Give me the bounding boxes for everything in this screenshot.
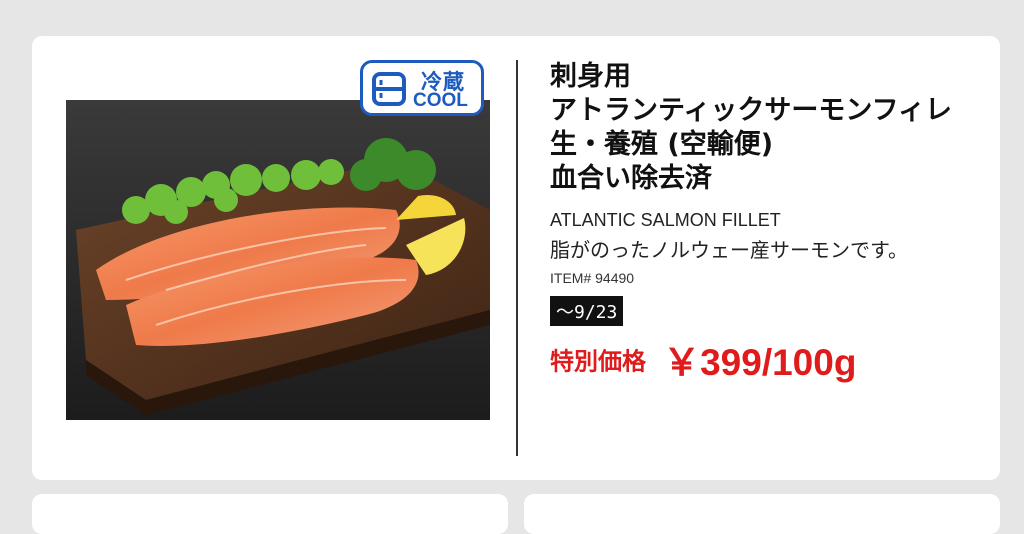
refrigerator-icon [372, 72, 406, 106]
price-label: 特別価格 [550, 347, 646, 376]
product-info: 刺身用 アトランティックサーモンフィレ 生・養殖 (空輸便) 血合い除去済 AT… [550, 60, 990, 386]
next-product-card-right[interactable] [524, 494, 1000, 534]
product-title-line-1: 刺身用 [550, 61, 631, 92]
price-value: ￥399/100g [663, 342, 857, 383]
price-row: 特別価格 ￥399/100g [550, 332, 990, 386]
item-number: ITEM# 94490 [550, 270, 635, 286]
product-image [66, 100, 490, 420]
product-title-line-2: アトランティックサーモンフィレ [550, 95, 953, 126]
divider [516, 60, 518, 456]
product-title-line-4: 血合い除去済 [550, 163, 712, 194]
cool-storage-badge: 冷蔵 COOL [360, 60, 484, 116]
product-card[interactable]: 冷蔵 COOL 刺身用 アトランティックサーモンフィレ 生・養殖 (空輸便) 血… [32, 36, 1000, 480]
valid-until-badge: ～9/23 [550, 296, 624, 326]
product-english-name: ATLANTIC SALMON FILLET [550, 210, 781, 230]
next-product-card-left[interactable] [32, 494, 508, 534]
product-description: 脂がのったノルウェー産サーモンです。 [550, 238, 908, 262]
product-title-line-3: 生・養殖 (空輸便) [550, 129, 774, 160]
cool-badge-en-label: COOL [413, 90, 468, 111]
